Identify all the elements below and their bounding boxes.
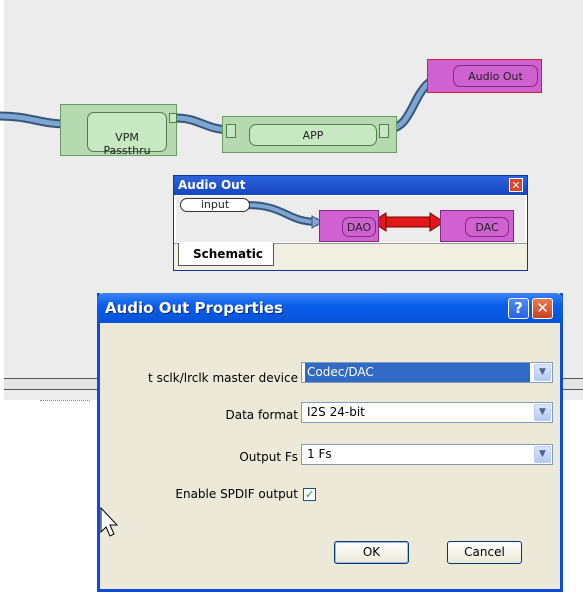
horizontal-divider [4,378,99,390]
app-label: APP [249,124,377,146]
master-device-value: Codec/DAC [305,363,530,382]
dao-label: DAO [342,217,376,237]
output-fs-value: 1 Fs [307,447,332,461]
close-button[interactable]: ✕ [532,298,553,319]
tab-schematic[interactable]: Schematic [178,243,275,266]
dac-node[interactable]: DAC [440,210,514,242]
subwindow-schematic[interactable]: input DAO DAC [176,196,525,242]
subwindow-titlebar[interactable]: Audio Out [174,176,527,195]
app-node[interactable]: APP [222,116,397,153]
master-device-select[interactable]: Codec/DAC ▼ [301,362,553,383]
data-format-value: I2S 24-bit [307,405,365,419]
master-device-label: t sclk/lrclk master device [148,371,298,385]
vpm-passthru-label: VPM Passthru [87,112,167,157]
chevron-down-icon[interactable]: ▼ [534,446,551,463]
app-input-port[interactable] [226,124,236,138]
audio-out-label: Audio Out [453,65,538,87]
data-format-label: Data format [225,408,298,422]
splitter-grip[interactable] [40,400,90,405]
vpm-passthru-node[interactable]: VPM Passthru [60,104,177,157]
data-format-select[interactable]: I2S 24-bit ▼ [301,402,553,423]
subwindow-close-icon[interactable]: ✕ [509,178,523,192]
audio-out-subwindow[interactable]: Audio Out ✕ input DAO DAC Schematic [173,175,528,271]
spdif-label: Enable SPDIF output [175,487,298,501]
red-connection [381,216,435,228]
app-output-port[interactable] [379,124,389,138]
output-fs-label: Output Fs [239,450,298,464]
output-fs-select[interactable]: 1 Fs ▼ [301,444,553,465]
spdif-checkbox[interactable]: ✓ [303,488,316,501]
audio-out-properties-dialog[interactable]: Audio Out Properties ? ✕ t sclk/lrclk ma… [97,293,563,592]
help-button[interactable]: ? [508,298,529,319]
dialog-title: Audio Out Properties [105,299,283,317]
input-port[interactable]: input [180,198,250,212]
cancel-button[interactable]: Cancel [447,541,522,564]
vpm-output-port[interactable] [169,113,177,123]
dialog-titlebar[interactable]: Audio Out Properties ? ✕ [97,293,563,323]
audio-out-node[interactable]: Audio Out [427,59,542,93]
dao-node[interactable]: DAO [319,210,379,242]
subwindow-tabbar: Schematic [174,243,527,270]
dac-label: DAC [465,217,509,237]
horizontal-divider-right [562,378,583,390]
ok-button[interactable]: OK [334,541,409,564]
subwindow-title: Audio Out [178,178,246,192]
chevron-down-icon[interactable]: ▼ [534,364,551,381]
chevron-down-icon[interactable]: ▼ [534,404,551,421]
